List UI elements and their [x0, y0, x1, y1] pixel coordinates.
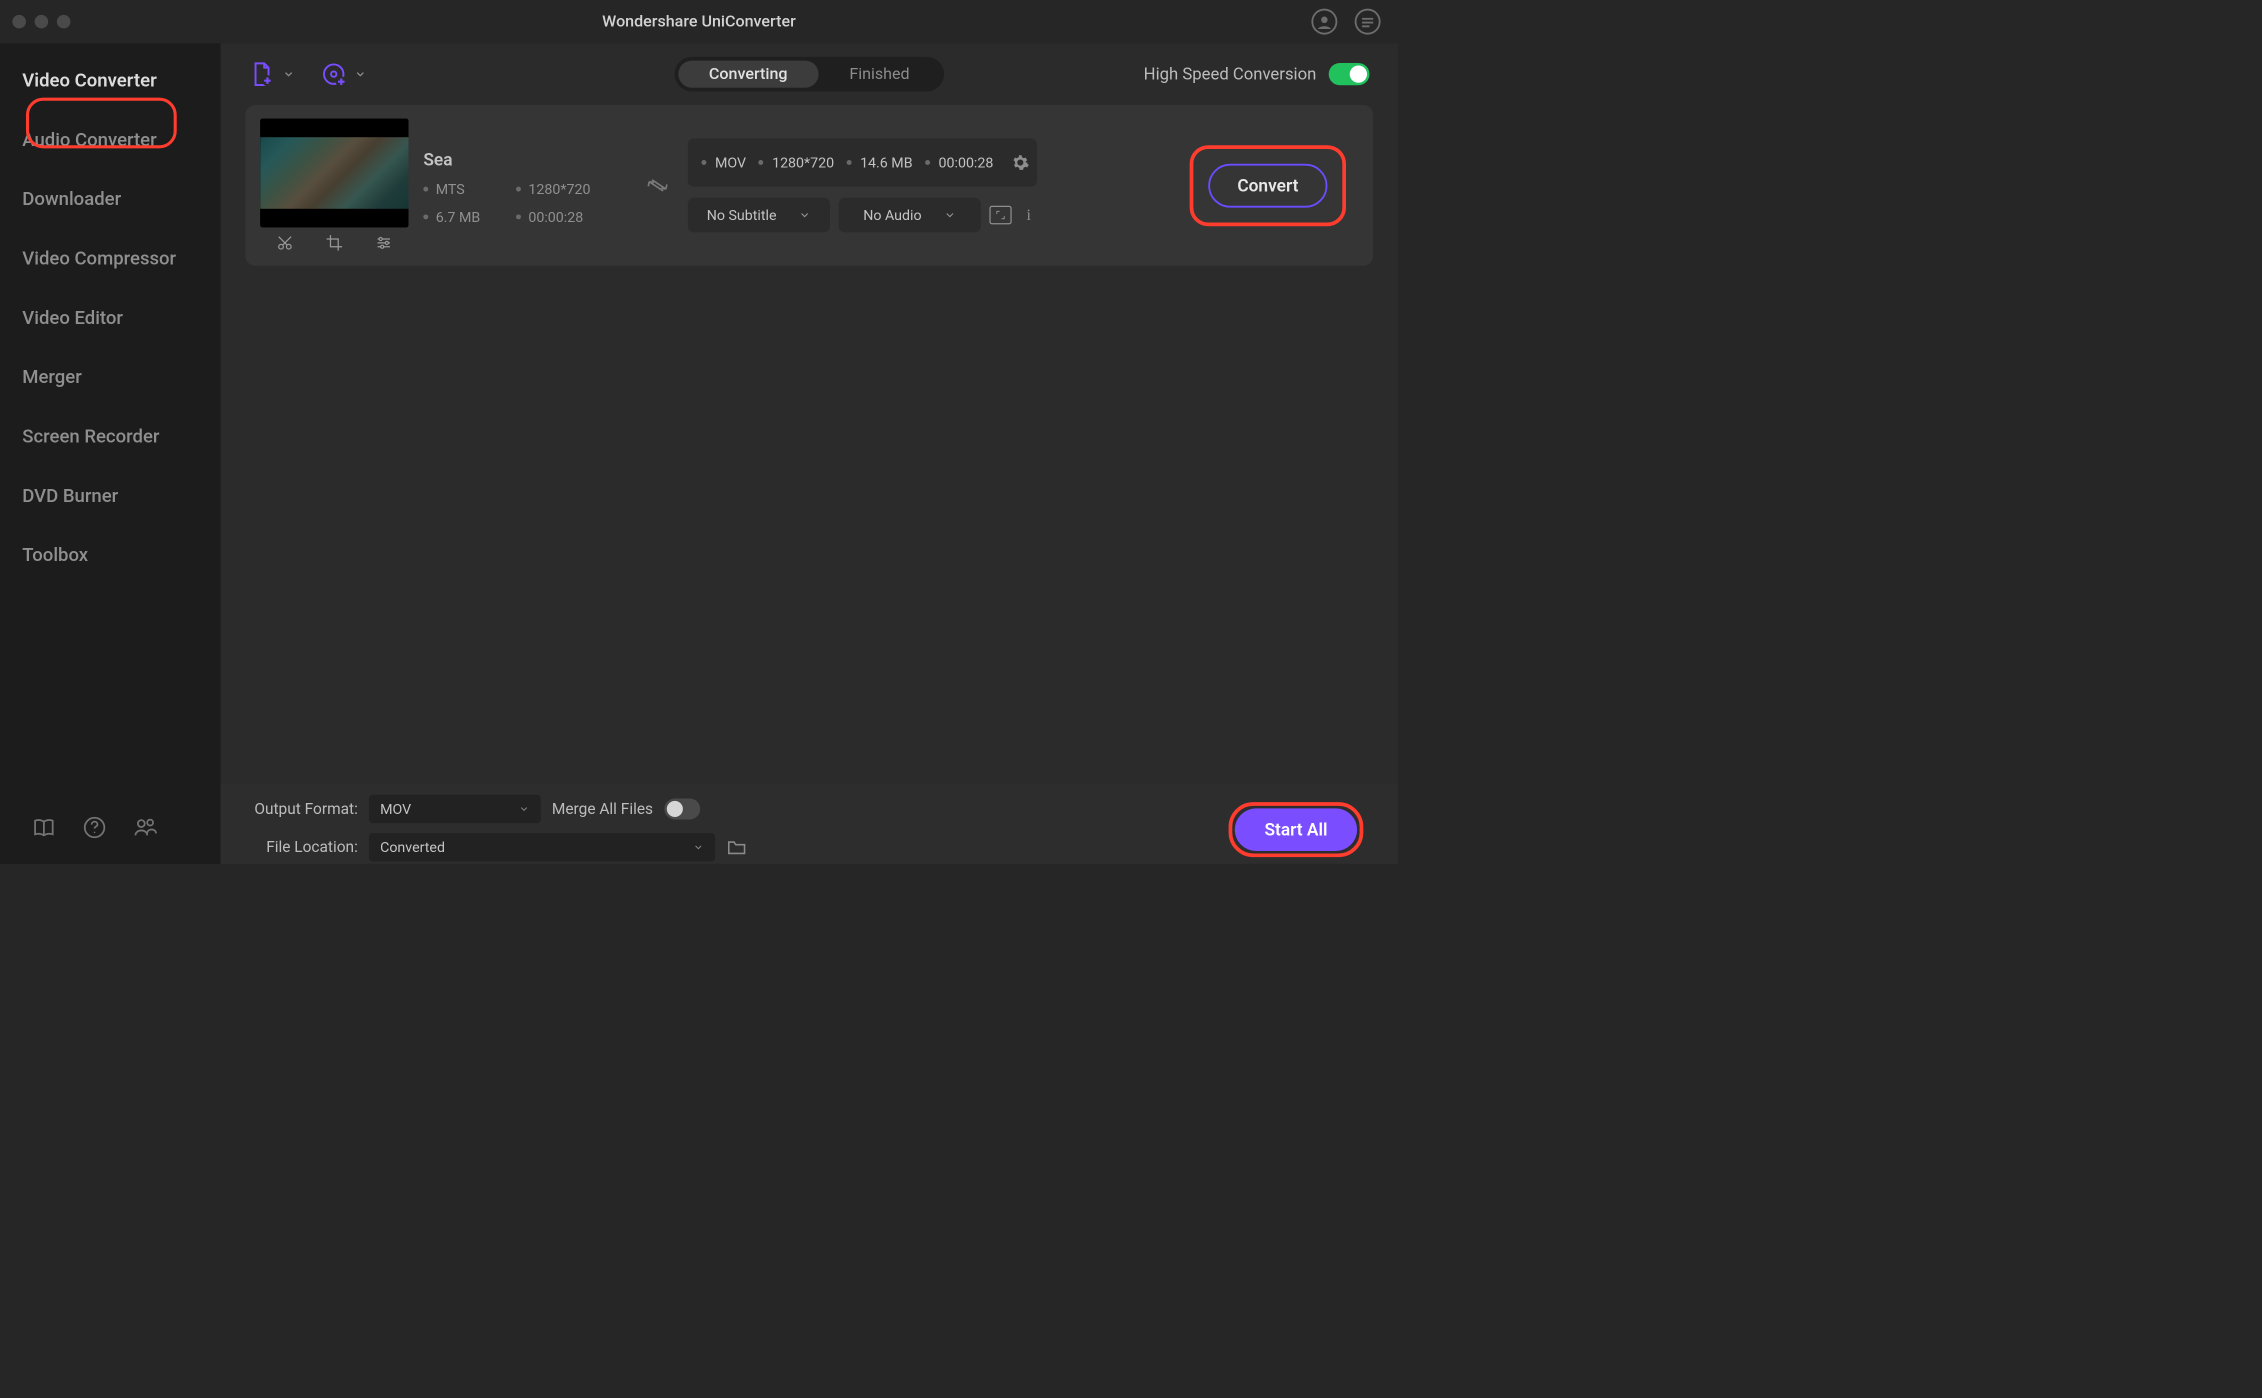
convert-button[interactable]: Convert	[1208, 163, 1327, 207]
subtitle-dropdown[interactable]: No Subtitle	[688, 198, 830, 233]
src-size: 6.7 MB	[423, 209, 516, 226]
chevron-down-icon	[519, 803, 530, 814]
toolbar: Converting Finished High Speed Conversio…	[221, 43, 1398, 105]
merge-all-label: Merge All Files	[552, 800, 653, 818]
out-size: 14.6 MB	[846, 154, 912, 171]
app-title: Wondershare UniConverter	[602, 12, 796, 31]
help-icon[interactable]	[83, 816, 106, 839]
file-location-dropdown[interactable]: Converted	[369, 833, 715, 861]
tabs: Converting Finished	[674, 57, 944, 92]
merge-all-toggle[interactable]	[664, 798, 700, 819]
out-resolution: 1280*720	[758, 154, 834, 171]
chevron-down-icon	[282, 68, 294, 80]
settings-gear-icon[interactable]	[1011, 153, 1030, 172]
file-location-value: Converted	[380, 839, 445, 856]
sidebar-item-merger[interactable]: Merger	[0, 347, 221, 406]
highlight-start-all: Start All	[1229, 802, 1364, 857]
src-duration: 00:00:28	[516, 209, 609, 226]
output-format-value: MOV	[380, 801, 411, 818]
file-name: Sea	[423, 149, 627, 169]
subtitle-value: No Subtitle	[707, 207, 777, 224]
output-format-label: Output Format:	[249, 800, 358, 818]
info-icon[interactable]: i	[1020, 206, 1037, 225]
audio-value: No Audio	[863, 207, 921, 224]
sidebar-item-screen-recorder[interactable]: Screen Recorder	[0, 407, 221, 466]
chevron-down-icon	[944, 209, 956, 221]
account-icon[interactable]	[1311, 9, 1337, 35]
video-thumbnail[interactable]	[260, 119, 408, 228]
sidebar-item-downloader[interactable]: Downloader	[0, 169, 221, 228]
zoom-window-button[interactable]	[57, 15, 71, 29]
highlight-convert: Convert	[1190, 145, 1346, 226]
open-folder-icon[interactable]	[726, 837, 747, 858]
menu-icon[interactable]	[1355, 9, 1381, 35]
chevron-down-icon	[799, 209, 811, 221]
tab-finished[interactable]: Finished	[818, 61, 940, 88]
high-speed-toggle[interactable]	[1329, 63, 1370, 85]
feedback-icon[interactable]	[133, 816, 156, 839]
expand-icon[interactable]	[989, 206, 1011, 225]
chevron-down-icon	[354, 68, 366, 80]
file-location-label: File Location:	[249, 838, 358, 856]
out-format: MOV	[701, 154, 746, 171]
window-controls	[12, 15, 70, 29]
high-speed-label: High Speed Conversion	[1144, 64, 1317, 84]
add-file-button[interactable]	[249, 61, 295, 87]
chevron-down-icon	[693, 842, 704, 853]
guide-icon[interactable]	[32, 816, 55, 839]
close-window-button[interactable]	[12, 15, 26, 29]
sidebar-item-video-compressor[interactable]: Video Compressor	[0, 229, 221, 288]
sidebar: Video Converter Audio Converter Download…	[0, 43, 221, 864]
trim-icon[interactable]	[276, 234, 295, 253]
start-all-button[interactable]: Start All	[1235, 808, 1357, 851]
convert-arrow-icon	[642, 174, 673, 196]
main-panel: Converting Finished High Speed Conversio…	[221, 43, 1398, 864]
tab-converting[interactable]: Converting	[678, 61, 818, 88]
audio-dropdown[interactable]: No Audio	[839, 198, 981, 233]
crop-icon[interactable]	[325, 234, 344, 253]
src-resolution: 1280*720	[516, 181, 609, 198]
sidebar-item-toolbox[interactable]: Toolbox	[0, 525, 221, 584]
file-card: Sea MTS 1280*720 6.7 MB 00:00:28	[245, 105, 1373, 266]
titlebar: Wondershare UniConverter	[0, 0, 1398, 43]
bottom-bar: Output Format: MOV Merge All Files File …	[221, 784, 1398, 864]
src-format: MTS	[423, 181, 516, 198]
effects-icon[interactable]	[375, 234, 394, 253]
minimize-window-button[interactable]	[35, 15, 49, 29]
output-format-dropdown[interactable]: MOV	[369, 795, 541, 823]
sidebar-item-video-editor[interactable]: Video Editor	[0, 288, 221, 347]
out-duration: 00:00:28	[925, 154, 993, 171]
sidebar-item-dvd-burner[interactable]: DVD Burner	[0, 466, 221, 525]
sidebar-item-video-converter[interactable]: Video Converter	[0, 51, 221, 110]
output-settings-box: MOV 1280*720 14.6 MB 00:00:28	[688, 138, 1037, 186]
add-disc-button[interactable]	[321, 61, 367, 87]
